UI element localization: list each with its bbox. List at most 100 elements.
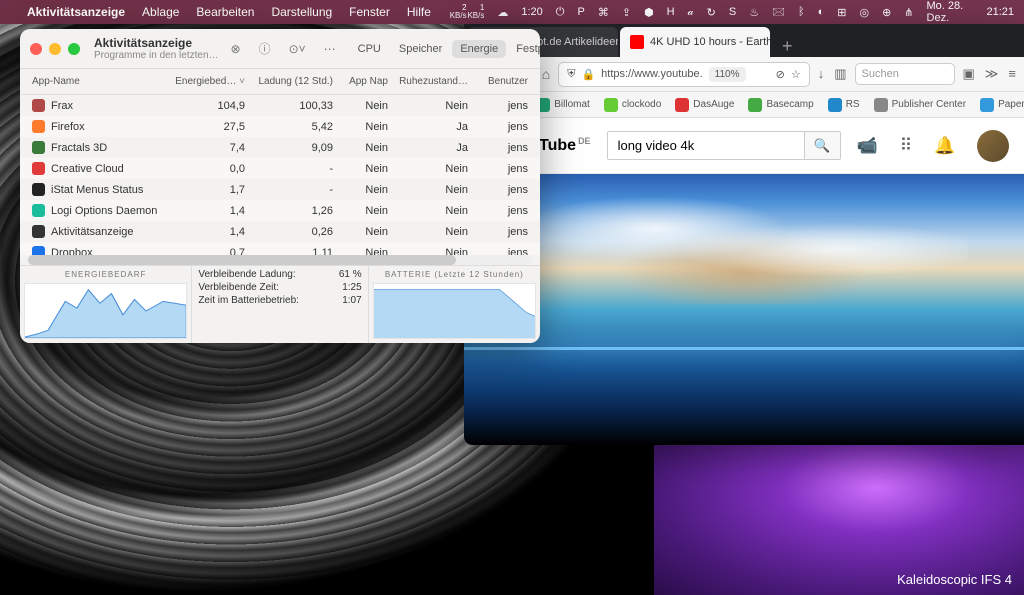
wifi-icon[interactable]: ⋔	[904, 6, 913, 19]
status-icon[interactable]: ⌘	[598, 6, 609, 19]
notifications-bell-icon[interactable]: 🔔	[934, 136, 955, 156]
bookmark-item[interactable]: Paper	[980, 98, 1024, 112]
cell-charge: 9,09	[249, 140, 337, 156]
table-row[interactable]: Creative Cloud0,0-NeinNeinjens	[20, 158, 540, 179]
download-icon[interactable]: ↓	[818, 66, 825, 82]
reader-icon[interactable]: ⊘	[776, 68, 785, 81]
zoom-badge[interactable]: 110%	[709, 67, 746, 82]
status-icon[interactable]: 🖂	[772, 3, 785, 22]
browser-tabstrip: sir-apfelot.de Artikelideen (Joh × 4K UH…	[464, 24, 1024, 57]
tab-energy[interactable]: Energie	[452, 40, 506, 58]
status-icon[interactable]: ☁	[497, 6, 508, 19]
stop-process-button[interactable]: ⊗	[227, 40, 245, 58]
more-button[interactable]: ⋯	[320, 40, 340, 58]
menubar-time-small[interactable]: 1:20	[521, 6, 542, 18]
overflow-menu-icon[interactable]: ≫	[985, 66, 999, 82]
status-icon[interactable]: ↻	[707, 6, 716, 19]
youtube-search-button[interactable]: 🔍	[805, 131, 841, 160]
info-button[interactable]: ⓘ	[255, 38, 275, 59]
minimize-window-button[interactable]	[49, 43, 61, 55]
table-row[interactable]: Aktivitätsanzeige1,40,26NeinNeinjens	[20, 221, 540, 242]
col-app-name[interactable]: App-Name	[28, 74, 169, 89]
apps-grid-icon[interactable]: ⠿	[900, 136, 912, 156]
sidebar-icon[interactable]: ▣	[963, 66, 975, 82]
video-player[interactable]	[464, 174, 1024, 445]
col-rest[interactable]: Ruhezustand…	[392, 74, 472, 89]
bookmark-item[interactable]: Basecamp	[748, 98, 813, 112]
cell-name: iStat Menus Status	[51, 184, 143, 196]
cell-energy: 7,4	[169, 140, 249, 156]
cell-charge: 5,42	[249, 119, 337, 135]
browser-search[interactable]: Suchen	[855, 63, 955, 85]
bookmarks-bar: Sparda Billomat clockodo DasAuge Basecam…	[464, 92, 1024, 118]
menubar-app-name[interactable]: Aktivitätsanzeige	[27, 5, 125, 19]
menu-window[interactable]: Fenster	[349, 5, 390, 19]
menubar-clock[interactable]: 21:21	[986, 6, 1014, 18]
table-header[interactable]: App-Name Energiebed… Ladung (12 Std.) Ap…	[20, 69, 540, 95]
table-row[interactable]: iStat Menus Status1,7-NeinNeinjens	[20, 179, 540, 200]
youtube-search-input[interactable]	[607, 131, 805, 160]
shield-icon[interactable]: ⛨	[567, 68, 575, 81]
status-icon[interactable]: ◎	[859, 6, 869, 19]
create-video-icon[interactable]: 📹	[857, 136, 878, 156]
menu-view[interactable]: Darstellung	[271, 5, 332, 19]
status-icon[interactable]: ◐	[818, 6, 825, 18]
table-row[interactable]: Firefox27,55,42NeinJajens	[20, 116, 540, 137]
status-icon[interactable]: P	[578, 6, 585, 18]
cell-charge: 100,33	[249, 98, 337, 114]
status-icon[interactable]: ⊞	[837, 6, 846, 19]
col-user[interactable]: Benutzer	[472, 74, 532, 89]
status-icon[interactable]: ⊕	[882, 6, 891, 19]
status-icon[interactable]: ⇪	[622, 6, 631, 19]
menu-edit[interactable]: Bearbeiten	[196, 5, 254, 19]
browser-tab[interactable]: 4K UHD 10 hours - Earth fr 🔊 ×	[620, 27, 770, 57]
cell-user: jens	[472, 161, 532, 177]
window-subtitle: Programme in den letzten…	[94, 50, 219, 61]
user-avatar[interactable]	[977, 130, 1009, 162]
bookmark-item[interactable]: Billomat	[536, 98, 590, 112]
window-titlebar[interactable]: Aktivitätsanzeige Programme in den letzt…	[20, 29, 540, 69]
bookmark-item[interactable]: clockodo	[604, 98, 661, 112]
new-tab-button[interactable]: +	[772, 36, 803, 57]
status-icon[interactable]: 𝒶	[688, 6, 694, 19]
library-icon[interactable]: ▥	[834, 66, 846, 82]
options-button[interactable]: ⊙˅	[285, 40, 310, 58]
table-row[interactable]: Dropbox0,71,11NeinNeinjens	[20, 242, 540, 255]
close-window-button[interactable]	[30, 43, 42, 55]
zoom-window-button[interactable]	[68, 43, 80, 55]
stat-label: Verbleibende Zeit:	[198, 282, 279, 293]
table-row[interactable]: Fractals 3D7,49,09NeinJajens	[20, 137, 540, 158]
status-icon[interactable]: H	[667, 6, 675, 18]
home-button[interactable]: ⌂	[542, 66, 550, 83]
url-bar[interactable]: ⛨ 🔒 https://www.youtube. 110% ⊘ ☆	[558, 62, 810, 87]
tab-memory[interactable]: Speicher	[391, 40, 450, 58]
col-nap[interactable]: App Nap	[337, 74, 392, 89]
cell-rest: Nein	[392, 203, 472, 219]
status-icon[interactable]: ♨	[749, 6, 759, 19]
hamburger-menu-icon[interactable]: ≡	[1008, 66, 1016, 82]
app-icon	[32, 204, 45, 217]
status-icon[interactable]: ⏻	[556, 6, 565, 19]
bluetooth-icon[interactable]: ᛒ	[798, 6, 805, 18]
cell-charge: 1,26	[249, 203, 337, 219]
bookmark-item[interactable]: RS	[828, 98, 860, 112]
lock-icon[interactable]: 🔒	[581, 68, 595, 81]
dropbox-icon[interactable]: ⬢	[644, 6, 654, 19]
table-row[interactable]: Frax104,9100,33NeinNeinjens	[20, 95, 540, 116]
table-row[interactable]: Logi Options Daemon1,41,26NeinNeinjens	[20, 200, 540, 221]
bookmark-star-icon[interactable]: ☆	[791, 68, 801, 81]
menubar-date[interactable]: Mo. 28. Dez.	[927, 0, 974, 24]
bookmark-item[interactable]: DasAuge	[675, 98, 734, 112]
network-stats[interactable]: 2 KB/s1 KB/s	[449, 4, 485, 20]
status-icon[interactable]: S	[729, 6, 736, 18]
col-energy[interactable]: Energiebed…	[169, 74, 249, 89]
cell-energy: 0,7	[169, 245, 249, 256]
tab-label: 4K UHD 10 hours - Earth fr	[650, 36, 770, 48]
horizontal-scrollbar[interactable]	[28, 255, 532, 265]
tab-disk[interactable]: Festplatte	[508, 40, 540, 58]
menu-file[interactable]: Ablage	[142, 5, 179, 19]
tab-cpu[interactable]: CPU	[350, 40, 389, 58]
menu-help[interactable]: Hilfe	[407, 5, 431, 19]
col-charge[interactable]: Ladung (12 Std.)	[249, 74, 337, 89]
bookmark-item[interactable]: Publisher Center	[874, 98, 966, 112]
